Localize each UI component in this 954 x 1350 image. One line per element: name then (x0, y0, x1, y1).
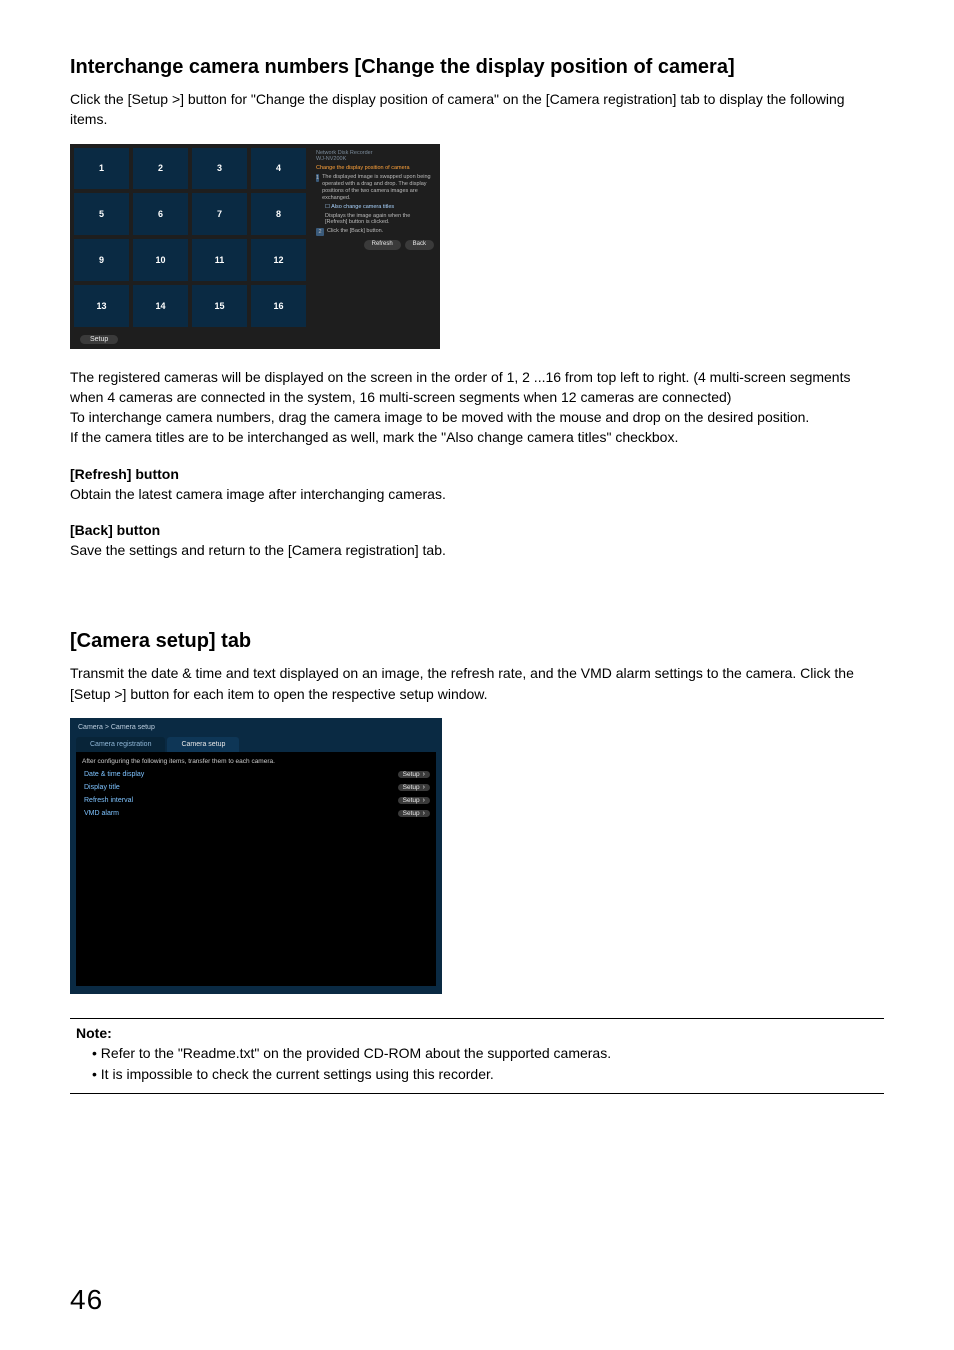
note-item: It is impossible to check the current se… (92, 1064, 884, 1085)
camera-tile[interactable]: 8 (251, 193, 306, 235)
camera-tile[interactable]: 6 (133, 193, 188, 235)
camera-grid: 1 2 3 4 5 6 7 8 9 10 11 12 13 14 15 16 (70, 144, 310, 331)
tab-camera-registration[interactable]: Camera registration (76, 737, 165, 752)
refresh-heading: [Refresh] button (70, 466, 884, 482)
setup-row: Refresh interval Setup› (82, 794, 430, 807)
row-label-refresh-interval: Refresh interval (82, 797, 398, 804)
section2-heading: [Camera setup] tab (70, 630, 884, 653)
panel-model: WJ-NV200K (316, 156, 434, 163)
row-label-vmd-alarm: VMD alarm (82, 810, 398, 817)
chevron-right-icon: › (423, 784, 425, 791)
note-title: Note: (76, 1025, 884, 1041)
back-heading: [Back] button (70, 522, 884, 538)
page-number: 46 (70, 1284, 103, 1316)
row-label-date-time: Date & time display (82, 771, 398, 778)
breadcrumb: Camera > Camera setup (70, 718, 442, 737)
panel-product-name: Network Disk Recorder (316, 150, 434, 157)
step-number: 2 (316, 228, 324, 236)
setup-row: Display title Setup› (82, 781, 430, 794)
setup-button[interactable]: Setup› (398, 797, 430, 804)
camera-tile[interactable]: 5 (74, 193, 129, 235)
row-label-display-title: Display title (82, 784, 398, 791)
note-item: Refer to the "Readme.txt" on the provide… (92, 1043, 884, 1064)
interchange-screenshot: 1 2 3 4 5 6 7 8 9 10 11 12 13 14 15 16 S… (70, 144, 440, 349)
step-number: 1 (316, 174, 319, 182)
also-change-titles-checkbox[interactable]: ☐ Also change camera titles (325, 204, 434, 211)
tab-camera-setup[interactable]: Camera setup (167, 737, 239, 752)
camera-tile[interactable]: 3 (192, 148, 247, 190)
camera-tile[interactable]: 12 (251, 239, 306, 281)
camera-tile[interactable]: 10 (133, 239, 188, 281)
note-list: Refer to the "Readme.txt" on the provide… (92, 1043, 884, 1085)
camera-tile[interactable]: 13 (74, 285, 129, 327)
section1-body: The registered cameras will be displayed… (70, 367, 884, 448)
chevron-right-icon: › (423, 771, 425, 778)
setup-row: Date & time display Setup› (82, 768, 430, 781)
back-text: Save the settings and return to the [Cam… (70, 540, 884, 560)
tab-intro: After configuring the following items, t… (82, 758, 430, 765)
setup-row: VMD alarm Setup› (82, 807, 430, 820)
note-box: Note: Refer to the "Readme.txt" on the p… (70, 1018, 884, 1094)
panel-title: Change the display position of camera (316, 165, 434, 172)
camera-tile[interactable]: 14 (133, 285, 188, 327)
refresh-button[interactable]: Refresh (364, 240, 401, 250)
setup-button[interactable]: Setup (80, 335, 118, 344)
camera-tile[interactable]: 16 (251, 285, 306, 327)
refresh-text: Obtain the latest camera image after int… (70, 484, 884, 504)
camera-setup-screenshot: Camera > Camera setup Camera registratio… (70, 718, 442, 994)
step-note: Displays the image again when the [Refre… (325, 213, 434, 227)
setup-button[interactable]: Setup› (398, 810, 430, 817)
section2-intro: Transmit the date & time and text displa… (70, 663, 884, 704)
back-button[interactable]: Back (405, 240, 434, 250)
camera-tile[interactable]: 2 (133, 148, 188, 190)
camera-tile[interactable]: 15 (192, 285, 247, 327)
section1-intro: Click the [Setup >] button for "Change t… (70, 89, 884, 130)
setup-button[interactable]: Setup› (398, 771, 430, 778)
section1-heading: Interchange camera numbers [Change the d… (70, 56, 884, 79)
step-text: Click the [Back] button. (327, 228, 383, 236)
camera-tile[interactable]: 1 (74, 148, 129, 190)
camera-tile[interactable]: 4 (251, 148, 306, 190)
chevron-right-icon: › (423, 797, 425, 804)
camera-tile[interactable]: 9 (74, 239, 129, 281)
camera-tile[interactable]: 7 (192, 193, 247, 235)
step-text: The displayed image is swapped upon bein… (322, 174, 434, 202)
setup-button[interactable]: Setup› (398, 784, 430, 791)
camera-tile[interactable]: 11 (192, 239, 247, 281)
chevron-right-icon: › (423, 810, 425, 817)
